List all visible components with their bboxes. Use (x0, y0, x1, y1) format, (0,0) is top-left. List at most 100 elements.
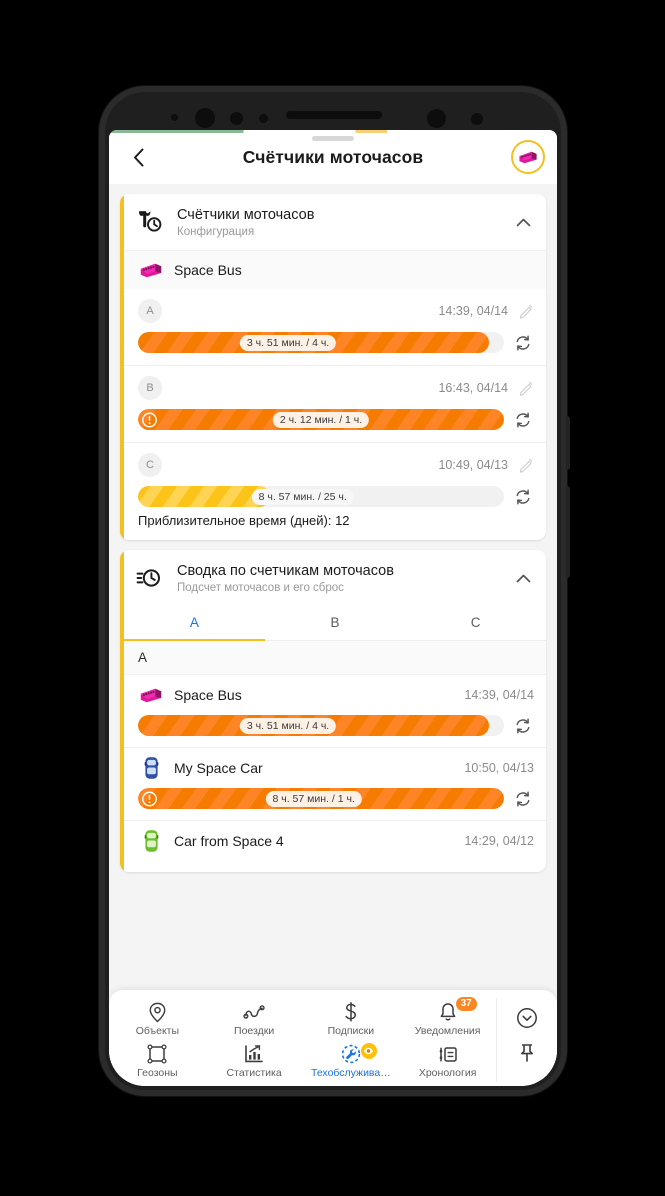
sensor-dot (259, 114, 268, 123)
nav-label: Поездки (234, 1024, 275, 1037)
reset-button[interactable] (512, 717, 534, 735)
page-title: Счётчики моточасов (242, 146, 424, 167)
pin-nav-button[interactable] (518, 1043, 536, 1068)
progress-label: 2 ч. 12 мин. / 1 ч. (272, 411, 370, 428)
nav-item-statistics[interactable]: Статистика (206, 1040, 303, 1082)
nav-item-notifications[interactable]: 37 Уведомления (399, 996, 496, 1040)
collapse-button[interactable] (512, 574, 534, 583)
progress-label: 8 ч. 57 мин. / 25 ч. (251, 488, 354, 505)
scroll-content[interactable]: Счётчики моточасов Конфигурация Space Bu… (109, 184, 557, 1086)
chevron-left-icon (133, 148, 143, 166)
object-name: Space Bus (174, 262, 242, 279)
summary-item: Space Bus 14:39, 04/14 3 ч. 51 мин. / 4 … (120, 675, 546, 747)
nav-label: Хронология (418, 1066, 477, 1079)
phone-side-button-volume[interactable] (566, 416, 570, 470)
object-row[interactable]: Space Bus (120, 250, 546, 290)
nav-item-objects[interactable]: Объекты (109, 998, 206, 1040)
refresh-icon (516, 489, 530, 505)
counter-header: C 10:49, 04/13 (138, 453, 534, 478)
sensor-dot (230, 112, 243, 125)
card-header-text: Счётчики моточасов Конфигурация (177, 206, 499, 238)
counter-row: C 10:49, 04/13 8 ч. 57 мин. / 25 ч. Приб… (120, 442, 546, 540)
summary-item-timestamp: 14:39, 04/14 (464, 688, 534, 703)
bottom-navigation: Объекты Поездки Подписки 37 Уведомления … (109, 990, 557, 1086)
chevron-down-circle-icon (517, 1007, 537, 1028)
summary-item: Car from Space 4 14:29, 04/12 (120, 820, 546, 872)
progress-label: 3 ч. 51 мин. / 4 ч. (239, 334, 337, 351)
pencil-icon (519, 381, 533, 396)
phone-bezel (99, 86, 567, 136)
phone-side-button-power[interactable] (566, 486, 570, 578)
card-title: Счётчики моточасов (177, 207, 315, 223)
progress-track: 2 ч. 12 мин. / 1 ч. (138, 409, 504, 431)
maintenance-icon (341, 1042, 377, 1065)
nav-item-subscriptions[interactable]: Подписки (303, 998, 400, 1040)
tab-c[interactable]: C (405, 606, 546, 641)
reset-button[interactable] (512, 488, 534, 506)
card-title: Сводка по счетчикам моточасов (177, 563, 394, 580)
nav-side-controls (497, 998, 557, 1082)
counter-letter-badge: A (138, 299, 162, 324)
card-counters-config: Счётчики моточасов Конфигурация Space Bu… (120, 194, 546, 541)
timeline-icon (438, 1044, 458, 1065)
reset-button[interactable] (512, 790, 534, 808)
tab-a[interactable]: A (124, 606, 265, 642)
nav-item-geofences[interactable]: Геозоны (109, 1040, 206, 1082)
route-icon (243, 1002, 265, 1023)
sensor-dot (171, 114, 178, 121)
tab-bar: A B C (120, 606, 546, 642)
summary-item-header[interactable]: Space Bus 14:39, 04/14 (138, 684, 534, 706)
warning-icon (142, 412, 157, 428)
chevron-up-icon (516, 218, 530, 226)
collapse-button[interactable] (512, 218, 534, 227)
refresh-icon (516, 791, 530, 807)
tab-b[interactable]: B (265, 606, 406, 641)
back-button[interactable] (121, 140, 155, 174)
counter-bar-row: 2 ч. 12 мин. / 1 ч. (138, 409, 534, 431)
nav-item-maintenance[interactable]: Техобслужива… (303, 1040, 400, 1082)
sensor-dot (471, 113, 483, 125)
nav-label: Объекты (135, 1024, 180, 1037)
refresh-icon (516, 718, 530, 734)
card-subtitle: Конфигурация (177, 226, 255, 239)
summary-item-timestamp: 10:50, 04/13 (464, 761, 534, 776)
front-camera-icon (427, 109, 446, 128)
progress-fill (138, 486, 270, 508)
nav-label: Геозоны (137, 1066, 178, 1079)
card-counters-summary: Сводка по счетчикам моточасов Подсчет мо… (120, 550, 546, 873)
card-header[interactable]: Счётчики моточасов Конфигурация (120, 194, 546, 250)
summary-item-header[interactable]: My Space Car 10:50, 04/13 (138, 757, 534, 779)
reset-button[interactable] (512, 411, 534, 429)
car-blue-icon (138, 757, 164, 779)
notification-badge: 37 (455, 996, 477, 1011)
nav-grid: Объекты Поездки Подписки 37 Уведомления … (109, 996, 497, 1082)
card-header[interactable]: Сводка по счетчикам моточасов Подсчет мо… (120, 550, 546, 606)
nav-item-timeline[interactable]: Хронология (399, 1040, 496, 1082)
front-camera-icon (195, 108, 215, 128)
edit-button[interactable] (508, 458, 534, 473)
location-pin-icon (148, 1002, 167, 1023)
warning-icon (142, 791, 157, 807)
counter-row: B 16:43, 04/14 2 ч. 12 мин. / 1 ч. (120, 365, 546, 442)
nav-item-trips[interactable]: Поездки (206, 998, 303, 1040)
reset-button[interactable] (512, 334, 534, 352)
earpiece-speaker (286, 111, 382, 119)
card-subtitle: Подсчет моточасов и его сброс (177, 582, 344, 595)
avatar[interactable] (511, 140, 545, 174)
summary-item-header[interactable]: Car from Space 4 14:29, 04/12 (138, 830, 534, 852)
collapse-nav-button[interactable] (516, 1007, 538, 1034)
counter-bar-row: 8 ч. 57 мин. / 25 ч. (138, 486, 534, 508)
progress-track: 8 ч. 57 мин. / 1 ч. (138, 788, 504, 810)
wrench-clock-icon (134, 207, 164, 237)
edit-button[interactable] (508, 381, 534, 396)
summary-item: My Space Car 10:50, 04/13 8 ч. 57 мин. /… (120, 747, 546, 820)
card-header-text: Сводка по счетчикам моточасов Подсчет мо… (177, 562, 499, 594)
counter-bar-row: 8 ч. 57 мин. / 1 ч. (138, 788, 534, 810)
summary-item-name: Space Bus (174, 687, 242, 704)
counter-header: A 14:39, 04/14 (138, 299, 534, 324)
summary-item-timestamp: 14:29, 04/12 (464, 834, 534, 849)
edit-button[interactable] (508, 304, 534, 319)
progress-track: 8 ч. 57 мин. / 25 ч. (138, 486, 504, 508)
counter-letter-badge: B (138, 376, 162, 401)
refresh-icon (516, 412, 530, 428)
